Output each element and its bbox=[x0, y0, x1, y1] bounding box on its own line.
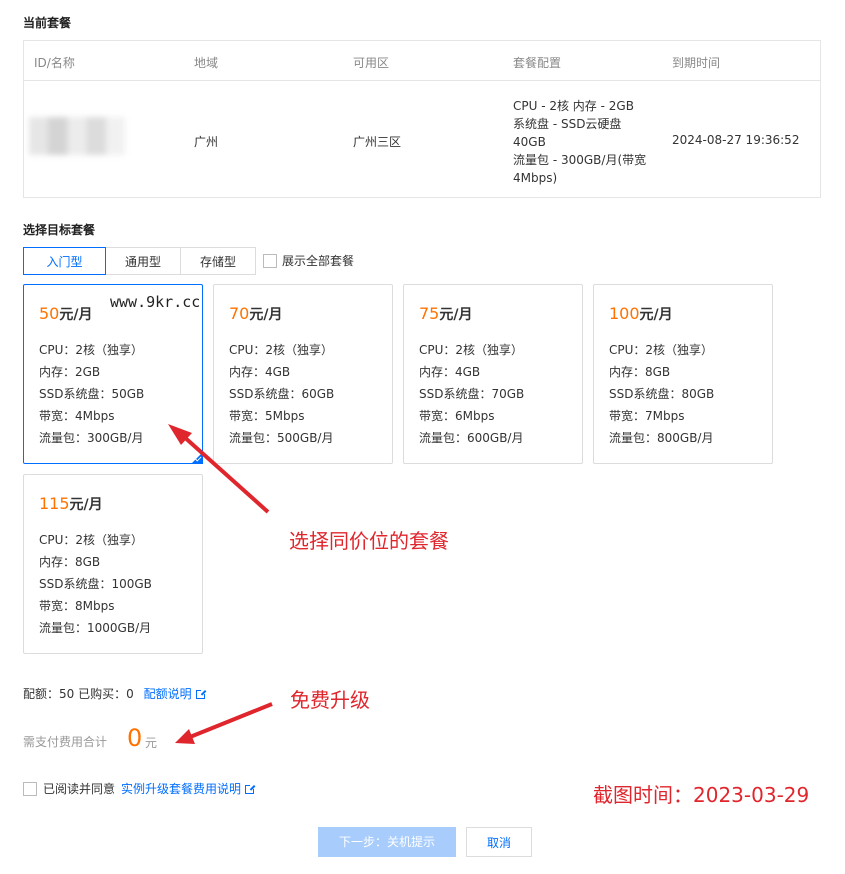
agreement-prefix: 已阅读并同意 bbox=[43, 782, 116, 796]
quota-info: 配额：50 已购买：0 配额说明 bbox=[23, 685, 206, 702]
next-button[interactable]: 下一步：关机提示 bbox=[318, 827, 456, 857]
external-link-icon bbox=[245, 784, 256, 794]
cost-value: 0 bbox=[127, 724, 143, 752]
tab-entry[interactable]: 入门型 bbox=[23, 247, 106, 275]
agreement-link[interactable]: 实例升级套餐费用说明 bbox=[121, 780, 256, 797]
arrow-icon bbox=[175, 702, 273, 744]
cancel-button[interactable]: 取消 bbox=[466, 827, 532, 857]
cost-label: 需支付费用合计 bbox=[23, 735, 108, 749]
annotation-screenshot-time: 截图时间：2023-03-29 bbox=[593, 783, 810, 807]
agreement-row: 已阅读并同意 实例升级套餐费用说明 bbox=[23, 780, 256, 797]
arrow-icon bbox=[168, 424, 270, 514]
annotation-free-upgrade: 免费升级 bbox=[290, 688, 370, 712]
agreement-checkbox[interactable] bbox=[23, 781, 37, 796]
quota-text: 配额：50 已购买：0 bbox=[23, 687, 134, 701]
external-link-icon bbox=[195, 689, 206, 699]
quota-help-link[interactable]: 配额说明 bbox=[144, 687, 206, 701]
annotation-same-price: 选择同价位的套餐 bbox=[289, 529, 449, 553]
cost-unit: 元 bbox=[145, 736, 158, 750]
